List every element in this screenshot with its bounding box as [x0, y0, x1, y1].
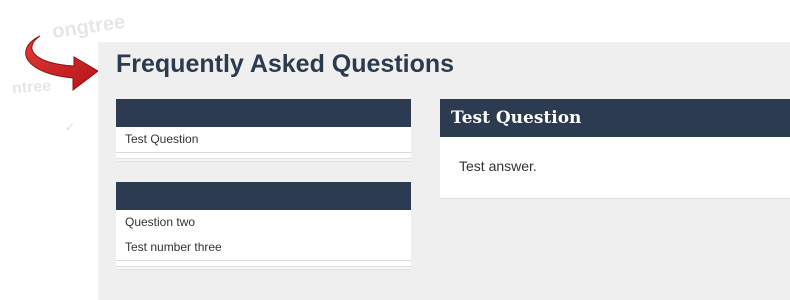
- question-link[interactable]: Test number three: [116, 235, 411, 260]
- card-footer-shadow: [116, 266, 411, 269]
- question-link[interactable]: Question two: [116, 210, 411, 235]
- faq-panel: Frequently Asked Questions Test Question…: [98, 42, 790, 300]
- answer-header-bar: Test Question: [440, 99, 790, 137]
- answer-card: Test Question Test answer.: [440, 99, 790, 198]
- category-header-bar: [116, 99, 411, 127]
- faq-category-card: Question two Test number three: [116, 182, 411, 269]
- card-footer-shadow: [116, 158, 411, 161]
- answer-title: Test Question: [451, 108, 582, 128]
- question-link[interactable]: Test Question: [116, 127, 411, 152]
- faq-category-card: Test Question: [116, 99, 411, 161]
- check-icon: ✓: [65, 120, 76, 134]
- page-title: Frequently Asked Questions: [116, 50, 455, 78]
- answer-text: Test answer.: [459, 158, 537, 174]
- category-header-bar: [116, 182, 411, 210]
